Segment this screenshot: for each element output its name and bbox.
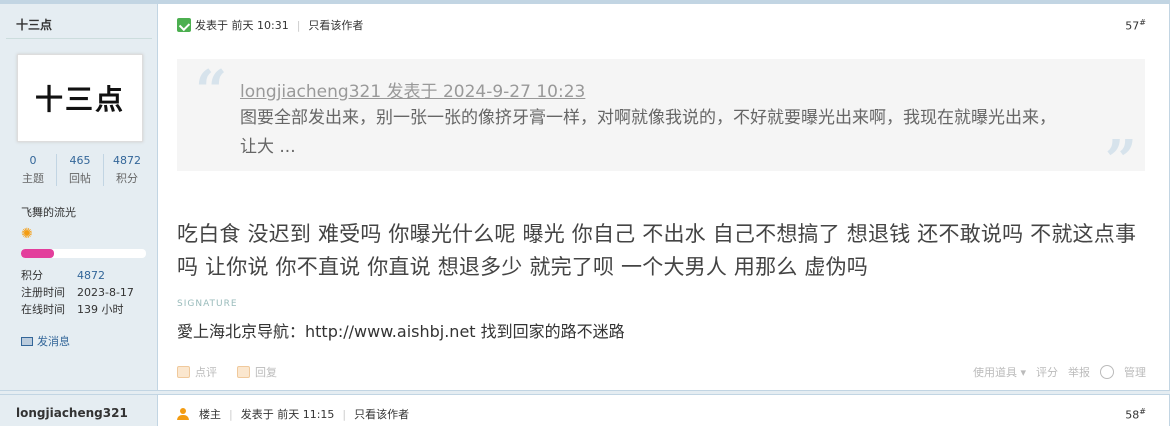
forum-thread: 十三点 十三点 0 主题 465 回帖 4872 积分 飞舞的流光 ✺ 积分 48… [0, 0, 1170, 426]
use-tool-button[interactable]: 使用道具 ▾ [973, 364, 1026, 380]
signature: 愛上海北京导航：http://www.aishbj.net 找到回家的路不迷路 [177, 322, 625, 341]
comment-button[interactable]: 点评 [177, 364, 217, 380]
reply-icon [237, 366, 250, 378]
quote-author-link[interactable]: longjiacheng321 发表于 2024-9-27 10:23 [240, 77, 585, 102]
meta-separator: | [296, 18, 301, 32]
avatar[interactable]: 十三点 [17, 54, 143, 142]
only-author-link-2[interactable]: 只看该作者 [354, 406, 409, 422]
reply-button[interactable]: 回复 [237, 364, 277, 380]
send-message-link[interactable]: 发消息 [21, 333, 70, 349]
envelope-icon [21, 336, 33, 346]
post-actions: 点评 回复 [177, 364, 277, 380]
author-info: 积分 4872 注册时间 2023-8-17 在线时间 139 小时 [21, 267, 134, 318]
stat-points[interactable]: 4872 积分 [104, 154, 150, 186]
user-group[interactable]: 飞舞的流光 [21, 204, 76, 220]
quote-close-icon: ” [1104, 128, 1137, 194]
use-tool-label: 使用道具 [972, 366, 1017, 379]
post-time-2: 发表于 前天 11:15 [240, 408, 335, 421]
points-label: 积分 [21, 269, 43, 282]
signature-label: SIGNATURE [177, 299, 238, 309]
report-button[interactable]: 举报 [1068, 364, 1090, 380]
post-meta-2: 楼主 | 发表于 前天 11:15 | 只看该作者 [177, 406, 409, 422]
post-meta: 发表于 前天 10:31 | 只看该作者 [177, 17, 363, 33]
floor-num-2: 58 [1125, 408, 1140, 422]
top-border [0, 0, 1170, 4]
send-message-label: 发消息 [37, 335, 70, 348]
comment-icon [177, 366, 190, 378]
reg-value: 2023-8-17 [77, 286, 134, 299]
floor-number[interactable]: 57# [1125, 18, 1146, 33]
quote-block: “ longjiacheng321 发表于 2024-9-27 10:23 图要… [177, 58, 1145, 189]
online-status-icon [177, 18, 191, 32]
level-progress-fill [21, 249, 54, 258]
comment-label: 点评 [195, 366, 217, 379]
floor-mark-2: # [1139, 407, 1146, 416]
floor-mark: # [1139, 18, 1146, 27]
stat-num: 0 [29, 154, 37, 167]
author-stats: 0 主题 465 回帖 4872 积分 [10, 154, 150, 186]
avatar-text: 十三点 [34, 83, 125, 116]
manage-label: 管理 [1124, 366, 1146, 379]
points-value[interactable]: 4872 [77, 267, 105, 284]
person-icon [177, 408, 189, 420]
author-name[interactable]: 十三点 [16, 16, 52, 33]
stat-label: 回帖 [69, 172, 91, 185]
post-tools: 使用道具 ▾ 评分 举报 管理 [973, 364, 1146, 380]
stat-replies[interactable]: 465 回帖 [57, 154, 104, 186]
post-body: 吃白食 没迟到 难受吗 你曝光什么呢 曝光 你自己 不出水 自己不想搞了 想退钱… [177, 222, 1137, 279]
author-sidebar: 十三点 十三点 0 主题 465 回帖 4872 积分 飞舞的流光 ✺ 积分 48… [0, 4, 158, 390]
stat-num: 465 [69, 154, 91, 167]
manage-checkbox[interactable] [1100, 365, 1114, 379]
online-label: 在线时间 [21, 303, 65, 316]
sidebar-divider [6, 38, 152, 39]
stat-num: 4872 [113, 154, 141, 167]
reg-label: 注册时间 [21, 286, 65, 299]
rate-button[interactable]: 评分 [1036, 364, 1058, 380]
level-progress-bar [21, 249, 146, 258]
quote-open-icon: “ [195, 58, 228, 124]
quote-text: 图要全部发出来，别一张一张的像挤牙膏一样，对啊就像我说的，不好就要曝光出来啊，我… [240, 108, 1056, 157]
author-name-2[interactable]: longjiacheng321 [16, 406, 128, 420]
meta-separator: | [229, 407, 233, 421]
op-badge: 楼主 [199, 408, 221, 421]
post-time: 发表于 前天 10:31 [195, 19, 289, 32]
floor-number-2[interactable]: 58# [1125, 407, 1146, 422]
reply-label: 回复 [255, 366, 277, 379]
stat-topics[interactable]: 0 主题 [10, 154, 57, 186]
sun-icon: ✺ [21, 226, 33, 242]
only-author-link[interactable]: 只看该作者 [308, 17, 363, 33]
stat-label: 主题 [22, 172, 44, 185]
post-divider [0, 390, 1170, 395]
floor-num: 57 [1125, 19, 1140, 33]
online-value: 139 小时 [77, 303, 124, 316]
meta-separator: | [342, 407, 347, 421]
stat-label: 积分 [116, 172, 138, 185]
